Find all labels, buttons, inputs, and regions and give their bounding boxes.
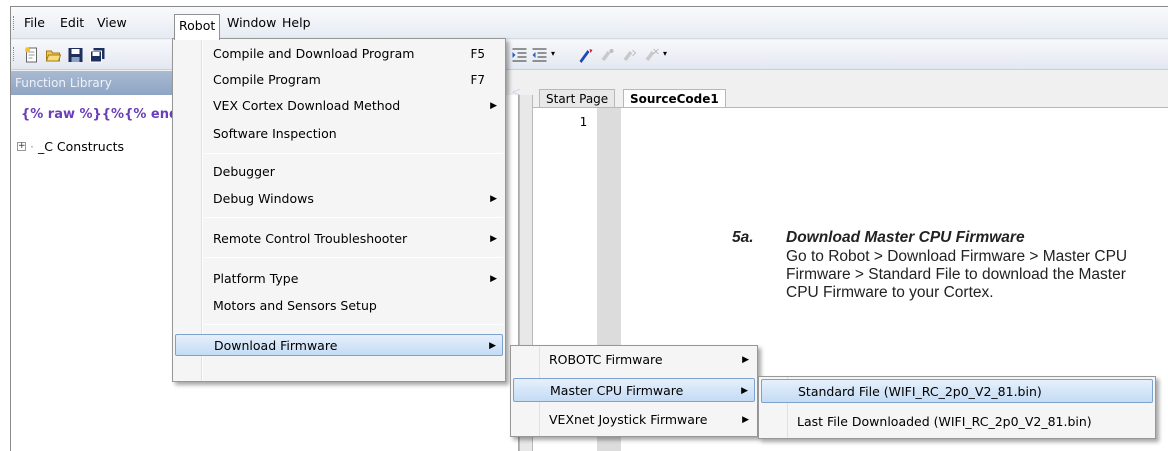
- menu-item-motors-sensors-setup[interactable]: Motors and Sensors Setup: [175, 295, 503, 317]
- menu-item-label: VEX Cortex Download Method: [213, 98, 401, 113]
- new-file-icon[interactable]: [23, 47, 40, 63]
- expander-icon[interactable]: +: [17, 142, 26, 151]
- menu-item-vexnet-joystick-firmware[interactable]: VEXnet Joystick Firmware ▶: [513, 408, 755, 432]
- editor-tabs: Start Page SourceCode1: [533, 87, 1168, 108]
- menu-item-label: Debug Windows: [213, 191, 314, 206]
- robot-menu: Compile and Download Program F5 Compile …: [172, 38, 506, 382]
- menu-item-vex-cortex-download-method[interactable]: VEX Cortex Download Method ▶: [175, 95, 503, 117]
- menu-item-label: Master CPU Firmware: [550, 383, 684, 398]
- tree-item-label: _C Constructs: [37, 139, 124, 154]
- tab-sourcecode1[interactable]: SourceCode1: [623, 89, 726, 108]
- toolbar-overflow-icon[interactable]: ▾: [551, 49, 555, 58]
- menu-separator: [205, 217, 503, 218]
- download-firmware-submenu: ROBOTC Firmware ▶ Master CPU Firmware ▶ …: [510, 345, 758, 437]
- shortcut-label: F7: [470, 73, 485, 87]
- menu-item-robotc-firmware[interactable]: ROBOTC Firmware ▶: [513, 348, 755, 372]
- master-cpu-firmware-submenu: Standard File (WIFI_RC_2p0_V2_81.bin) La…: [758, 376, 1156, 439]
- tab-start-page[interactable]: Start Page: [539, 89, 616, 108]
- toolbar-grip[interactable]: [13, 47, 16, 61]
- menu-item-remote-control-troubleshooter[interactable]: Remote Control Troubleshooter ▶: [175, 228, 503, 250]
- submenu-arrow-icon: ▶: [489, 341, 496, 351]
- menu-item-master-cpu-firmware[interactable]: Master CPU Firmware ▶: [513, 378, 755, 402]
- menu-robot[interactable]: Robot: [174, 14, 221, 40]
- menu-item-label: ROBOTC Firmware: [549, 352, 663, 367]
- menu-item-label: Last File Downloaded (WIFI_RC_2p0_V2_81.…: [797, 414, 1092, 429]
- menu-item-debugger[interactable]: Debugger: [175, 161, 503, 183]
- menu-bar: File Edit View Robot Window Help: [11, 7, 1168, 40]
- menu-item-label: Download Firmware: [214, 338, 338, 353]
- menu-item-software-inspection[interactable]: Software Inspection: [175, 123, 503, 145]
- menu-item-label: Standard File (WIFI_RC_2p0_V2_81.bin): [798, 384, 1042, 399]
- step-heading: Download Master CPU Firmware: [786, 229, 1025, 246]
- menu-item-label: VEXnet Joystick Firmware: [549, 412, 708, 427]
- menu-item-debug-windows[interactable]: Debug Windows ▶: [175, 188, 503, 210]
- menu-item-label: Software Inspection: [213, 126, 337, 141]
- menu-item-label: Compile Program: [213, 72, 321, 87]
- menu-window[interactable]: Window: [223, 13, 280, 33]
- line-number: 1: [579, 114, 587, 129]
- menu-edit[interactable]: Edit: [56, 13, 88, 33]
- submenu-arrow-icon: ▶: [741, 386, 748, 396]
- submenu-arrow-icon: ▶: [490, 194, 497, 204]
- menu-separator: [205, 153, 503, 154]
- submenu-arrow-icon: ▶: [742, 415, 749, 425]
- menu-separator: [205, 324, 503, 325]
- submenu-arrow-icon: ▶: [490, 234, 497, 244]
- step-body: Go to Robot > Download Firmware > Master…: [786, 248, 1128, 301]
- open-folder-icon[interactable]: [45, 47, 62, 63]
- menu-file[interactable]: File: [20, 13, 49, 33]
- indent-icon[interactable]: [511, 47, 528, 63]
- menu-separator: [205, 257, 503, 258]
- submenu-arrow-icon: ▶: [742, 355, 749, 365]
- menu-help[interactable]: Help: [278, 13, 315, 33]
- tree-item[interactable]: + · _C Constructs: [17, 139, 124, 154]
- menubar-grip[interactable]: [13, 16, 16, 30]
- menu-item-label: Platform Type: [213, 271, 299, 286]
- menu-item-label: Compile and Download Program: [213, 46, 415, 61]
- menu-item-last-file-downloaded[interactable]: Last File Downloaded (WIFI_RC_2p0_V2_81.…: [761, 410, 1153, 434]
- menu-item-download-firmware[interactable]: Download Firmware ▶: [175, 334, 503, 356]
- outdent-icon[interactable]: [531, 47, 548, 63]
- submenu-arrow-icon: ▶: [490, 101, 497, 111]
- submenu-arrow-icon: ▶: [490, 274, 497, 284]
- step-number: 5a.: [732, 229, 754, 246]
- toolbar-overflow-icon[interactable]: ▾: [663, 49, 667, 58]
- bookmark-clear-icon[interactable]: [643, 47, 660, 63]
- menu-item-label: Motors and Sensors Setup: [213, 298, 377, 313]
- menu-view[interactable]: View: [93, 13, 131, 33]
- bookmark-toggle-icon[interactable]: [599, 47, 616, 63]
- menu-item-standard-file[interactable]: Standard File (WIFI_RC_2p0_V2_81.bin): [761, 379, 1153, 403]
- save-all-icon[interactable]: [89, 47, 106, 63]
- bookmark-next-icon[interactable]: [621, 47, 638, 63]
- menu-item-compile-program[interactable]: Compile Program F7: [175, 69, 503, 91]
- menu-item-platform-type[interactable]: Platform Type ▶: [175, 268, 503, 290]
- menu-item-compile-download[interactable]: Compile and Download Program F5: [175, 43, 503, 65]
- shortcut-label: F5: [470, 47, 485, 61]
- save-icon[interactable]: [67, 47, 84, 63]
- function-library-header: Function Library: [11, 71, 181, 95]
- compile-icon[interactable]: [577, 47, 594, 63]
- menu-item-label: Remote Control Troubleshooter: [213, 231, 408, 246]
- menu-item-label: Debugger: [213, 164, 275, 179]
